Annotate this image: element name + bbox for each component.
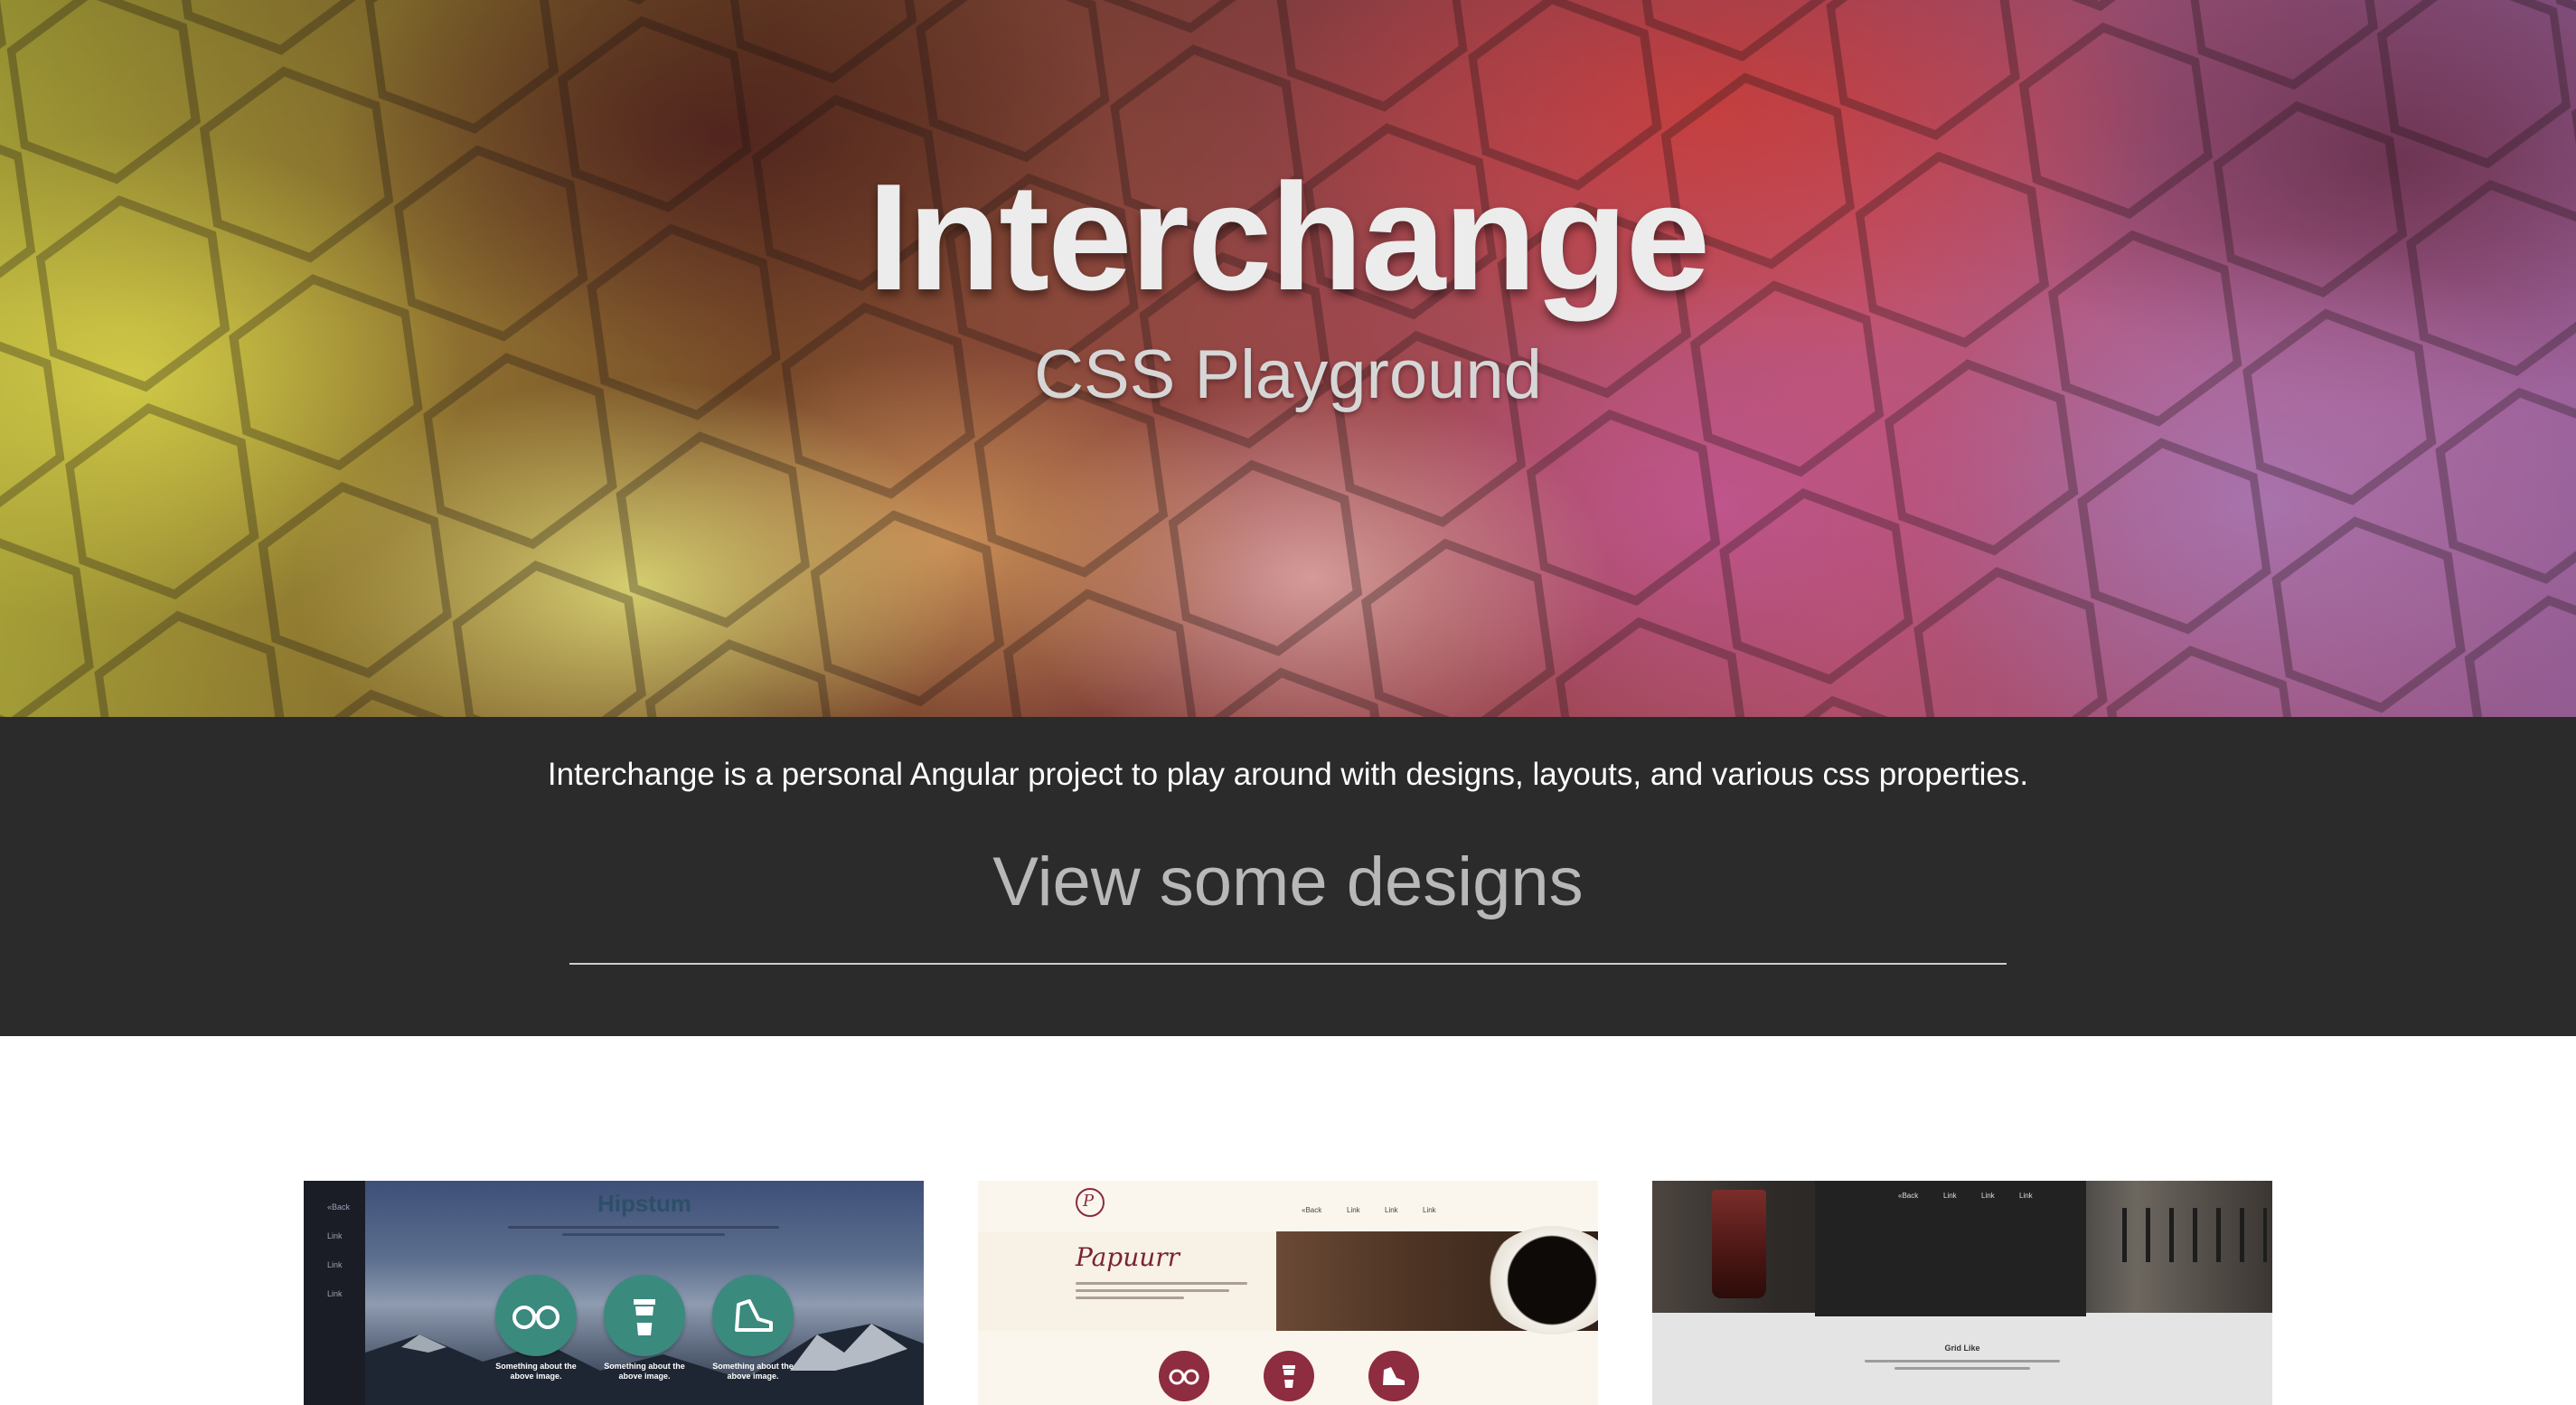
card-preview-link: «Back <box>327 1202 351 1212</box>
card-preview-link: Link <box>1943 1192 1957 1200</box>
glasses-icon <box>495 1275 577 1356</box>
intro-section: Interchange is a personal Angular projec… <box>0 717 2576 1036</box>
coffee-cup-icon <box>604 1275 685 1356</box>
card-preview-caption: Something about the above image. <box>712 1362 794 1381</box>
hero-banner: Interchange CSS Playground <box>0 0 2576 717</box>
railing-image <box>2122 1208 2267 1262</box>
hero-subtitle: CSS Playground <box>1034 336 1542 413</box>
sneaker-icon <box>1368 1351 1419 1401</box>
card-preview-title: Hipstum <box>597 1190 691 1217</box>
design-card-hipstum[interactable]: «Back Link Link Link Hipstum Something a… <box>304 1181 924 1405</box>
card-preview-link: Link <box>1385 1206 1398 1214</box>
card-preview-text <box>1076 1282 1256 1304</box>
card-preview-caption: Something about the above image. <box>604 1362 685 1381</box>
designs-heading: View some designs <box>992 844 1584 920</box>
card-preview-text <box>1865 1360 2060 1374</box>
card-preview-link: Link <box>1981 1192 1995 1200</box>
card-preview-link: Link <box>1423 1206 1436 1214</box>
card-preview-title: Grid Like <box>1944 1344 1980 1353</box>
design-card-grid-like[interactable]: «Back Link Link Link Grid Like <box>1652 1181 2272 1405</box>
coffee-cup-icon <box>1264 1351 1314 1401</box>
divider <box>569 963 2007 965</box>
card-preview-link: «Back <box>1302 1206 1322 1214</box>
card-preview-caption: Something about the above image. <box>495 1362 577 1381</box>
card-preview-link: Link <box>327 1231 343 1240</box>
card-preview-link: Link <box>2019 1192 2033 1200</box>
hero-title: Interchange <box>867 152 1710 322</box>
intro-description: Interchange is a personal Angular projec… <box>547 757 2029 792</box>
card-preview-link: Link <box>327 1289 343 1298</box>
card-preview-text <box>508 1226 779 1240</box>
laptop-image <box>1815 1181 2086 1316</box>
card-preview-link: Link <box>327 1260 343 1269</box>
sneaker-icon <box>712 1275 794 1356</box>
card-preview-sidebar: «Back Link Link Link <box>304 1181 365 1405</box>
glasses-icon <box>1159 1351 1209 1401</box>
glass-image <box>1712 1190 1766 1298</box>
card-preview-link: «Back <box>1898 1192 1919 1200</box>
design-card-papuurr[interactable]: P «Back Link Link Link Papuurr <box>978 1181 1598 1405</box>
card-preview-title: Papuurr <box>1076 1242 1180 1272</box>
card-preview-link: Link <box>1347 1206 1360 1214</box>
logo: P <box>1076 1188 1105 1217</box>
